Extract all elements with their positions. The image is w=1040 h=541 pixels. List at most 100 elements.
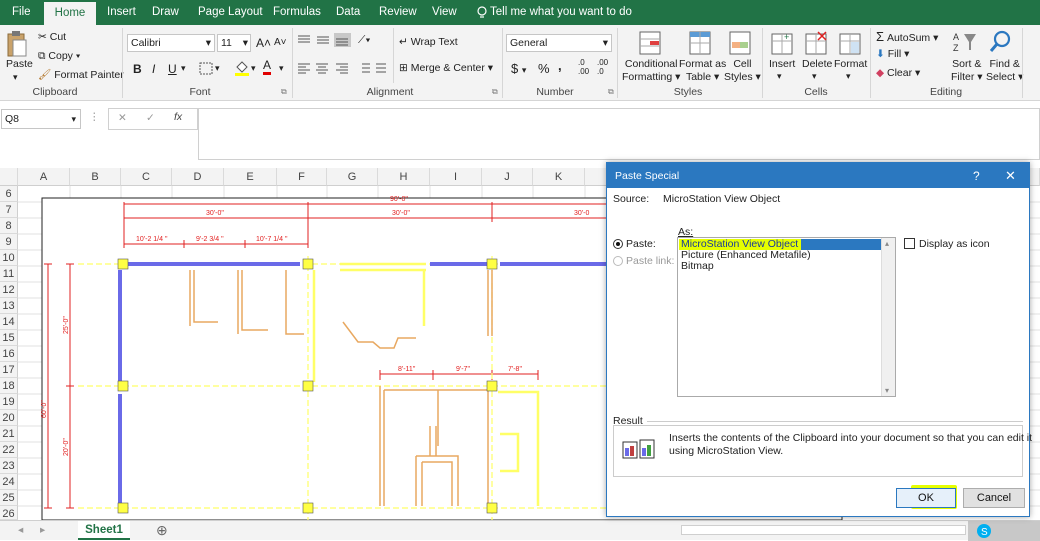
column-header-k[interactable]: K — [533, 168, 585, 186]
row-header[interactable]: 16 — [0, 346, 18, 362]
conditional-formatting-icon[interactable] — [638, 30, 662, 56]
cut-button[interactable]: ✂ Cut — [38, 31, 66, 43]
column-header-g[interactable]: G — [327, 168, 378, 186]
scroll-left-icon[interactable]: ◂ — [18, 524, 23, 536]
indent-icons[interactable] — [358, 62, 388, 74]
decrease-decimal-button[interactable]: .00.0 — [597, 58, 608, 76]
tab-file[interactable]: File — [12, 0, 31, 25]
bold-button[interactable]: B — [133, 62, 142, 76]
dialog-launcher-icon[interactable]: ⧉ — [608, 87, 614, 97]
sheet-tab-sheet1[interactable]: Sheet1 — [78, 521, 130, 540]
row-header[interactable]: 7 — [0, 202, 18, 218]
row-header[interactable]: 17 — [0, 362, 18, 378]
add-sheet-button[interactable]: ⊕ — [156, 522, 168, 539]
currency-button[interactable]: $ ▾ — [511, 61, 526, 76]
scroll-up-icon[interactable]: ▴ — [885, 239, 889, 248]
format-as-table-button[interactable]: Format as Table ▾ — [679, 58, 726, 84]
row-header[interactable]: 19 — [0, 394, 18, 410]
copy-button[interactable]: ⧉ Copy ▾ — [38, 50, 80, 63]
chevron-down-icon[interactable]: ▾ — [251, 63, 256, 74]
insert-cells-icon[interactable]: + — [770, 30, 794, 56]
font-color-button[interactable]: A — [263, 59, 272, 75]
tab-view[interactable]: View — [432, 0, 457, 25]
paste-as-listbox[interactable]: MicroStation View Object Picture (Enhanc… — [677, 237, 896, 397]
sort-filter-button[interactable]: Sort & Filter ▾ — [951, 58, 983, 84]
paste-radio[interactable] — [613, 239, 623, 249]
row-header[interactable]: 6 — [0, 186, 18, 202]
column-header-b[interactable]: B — [70, 168, 121, 186]
dialog-launcher-icon[interactable]: ⧉ — [492, 87, 498, 97]
delete-cells-button[interactable]: Delete — [802, 58, 832, 70]
close-icon[interactable]: ✕ — [1005, 168, 1016, 184]
row-header[interactable]: 25 — [0, 490, 18, 506]
chevron-down-icon[interactable]: ▾ — [777, 71, 782, 82]
row-header[interactable]: 9 — [0, 234, 18, 250]
cancel-button[interactable]: Cancel — [963, 488, 1025, 508]
increase-decimal-button[interactable]: .0.00 — [578, 58, 589, 76]
list-item[interactable]: Bitmap — [681, 261, 714, 272]
merge-center-button[interactable]: ⊞ Merge & Center ▾ — [399, 62, 493, 74]
row-header[interactable]: 11 — [0, 266, 18, 282]
tell-me-search[interactable]: Tell me what you want to do — [490, 0, 632, 25]
select-all-corner[interactable] — [0, 168, 18, 186]
display-as-icon-label[interactable]: Display as icon — [919, 238, 990, 250]
fill-button[interactable]: ⬇ Fill ▾ — [876, 48, 909, 60]
column-header-i[interactable]: I — [430, 168, 482, 186]
number-format-select[interactable]: General ▾ — [506, 34, 612, 52]
tab-home[interactable]: Home — [44, 2, 96, 25]
shrink-font-button[interactable]: A˅ — [274, 37, 287, 48]
find-select-button[interactable]: Find & Select ▾ — [986, 58, 1023, 84]
skype-icon[interactable]: S — [976, 523, 992, 539]
font-size-select[interactable]: 11 ▾ — [217, 34, 251, 52]
row-header[interactable]: 23 — [0, 458, 18, 474]
row-header[interactable]: 12 — [0, 282, 18, 298]
wrap-text-button[interactable]: ↵ Wrap Text — [399, 36, 458, 48]
find-select-icon[interactable] — [988, 29, 1014, 55]
row-header[interactable]: 18 — [0, 378, 18, 394]
row-header[interactable]: 15 — [0, 330, 18, 346]
borders-icon[interactable] — [199, 62, 213, 75]
paste-icon[interactable] — [6, 30, 28, 58]
chevron-down-icon[interactable]: ▾ — [846, 71, 851, 82]
format-cells-button[interactable]: Format — [834, 58, 867, 70]
row-header[interactable]: 21 — [0, 426, 18, 442]
tab-draw[interactable]: Draw — [152, 0, 179, 25]
row-header[interactable]: 14 — [0, 314, 18, 330]
cell-styles-icon[interactable] — [728, 30, 752, 56]
column-header-e[interactable]: E — [224, 168, 277, 186]
paste-link-radio[interactable] — [613, 256, 623, 266]
format-cells-icon[interactable] — [838, 30, 862, 56]
tab-review[interactable]: Review — [379, 0, 417, 25]
paste-radio-label[interactable]: Paste: — [626, 238, 656, 250]
row-header[interactable]: 20 — [0, 410, 18, 426]
paste-dropdown-icon[interactable]: ▾ — [13, 72, 18, 83]
conditional-formatting-button[interactable]: Conditional Formatting ▾ — [622, 58, 680, 84]
column-header-j[interactable]: J — [482, 168, 533, 186]
help-button[interactable]: ? — [973, 169, 980, 183]
cell-styles-button[interactable]: Cell Styles ▾ — [724, 58, 761, 84]
paste-button[interactable]: Paste — [6, 58, 33, 70]
format-painter-button[interactable]: 🖌 Format Painter — [38, 68, 124, 81]
font-name-select[interactable]: Calibri ▾ — [127, 34, 215, 52]
percent-button[interactable]: % — [538, 61, 550, 76]
dialog-launcher-icon[interactable]: ⧉ — [281, 87, 287, 97]
column-header-d[interactable]: D — [172, 168, 224, 186]
chevron-down-icon[interactable]: ▾ — [812, 71, 817, 82]
vertical-align-icons[interactable] — [296, 33, 352, 47]
ok-button[interactable]: OK — [896, 488, 956, 508]
insert-cells-button[interactable]: Insert — [769, 58, 795, 70]
dialog-title-bar[interactable]: Paste Special ? ✕ — [607, 163, 1029, 188]
tab-insert[interactable]: Insert — [107, 0, 136, 25]
display-as-icon-checkbox[interactable] — [904, 238, 915, 249]
orientation-icon[interactable]: ⟋▾ — [358, 34, 370, 47]
name-box[interactable]: Q8 ▾ — [1, 109, 81, 129]
scroll-right-icon[interactable]: ▸ — [40, 524, 45, 536]
horizontal-scrollbar[interactable] — [681, 525, 966, 535]
fill-color-icon[interactable] — [234, 59, 250, 77]
tab-page-layout[interactable]: Page Layout — [198, 0, 263, 25]
chevron-down-icon[interactable]: ▾ — [215, 63, 220, 74]
grow-font-button[interactable]: A˄ — [256, 36, 271, 50]
sort-filter-icon[interactable]: AZ — [952, 30, 978, 54]
column-header-h[interactable]: H — [378, 168, 430, 186]
formula-input[interactable] — [198, 108, 1040, 160]
